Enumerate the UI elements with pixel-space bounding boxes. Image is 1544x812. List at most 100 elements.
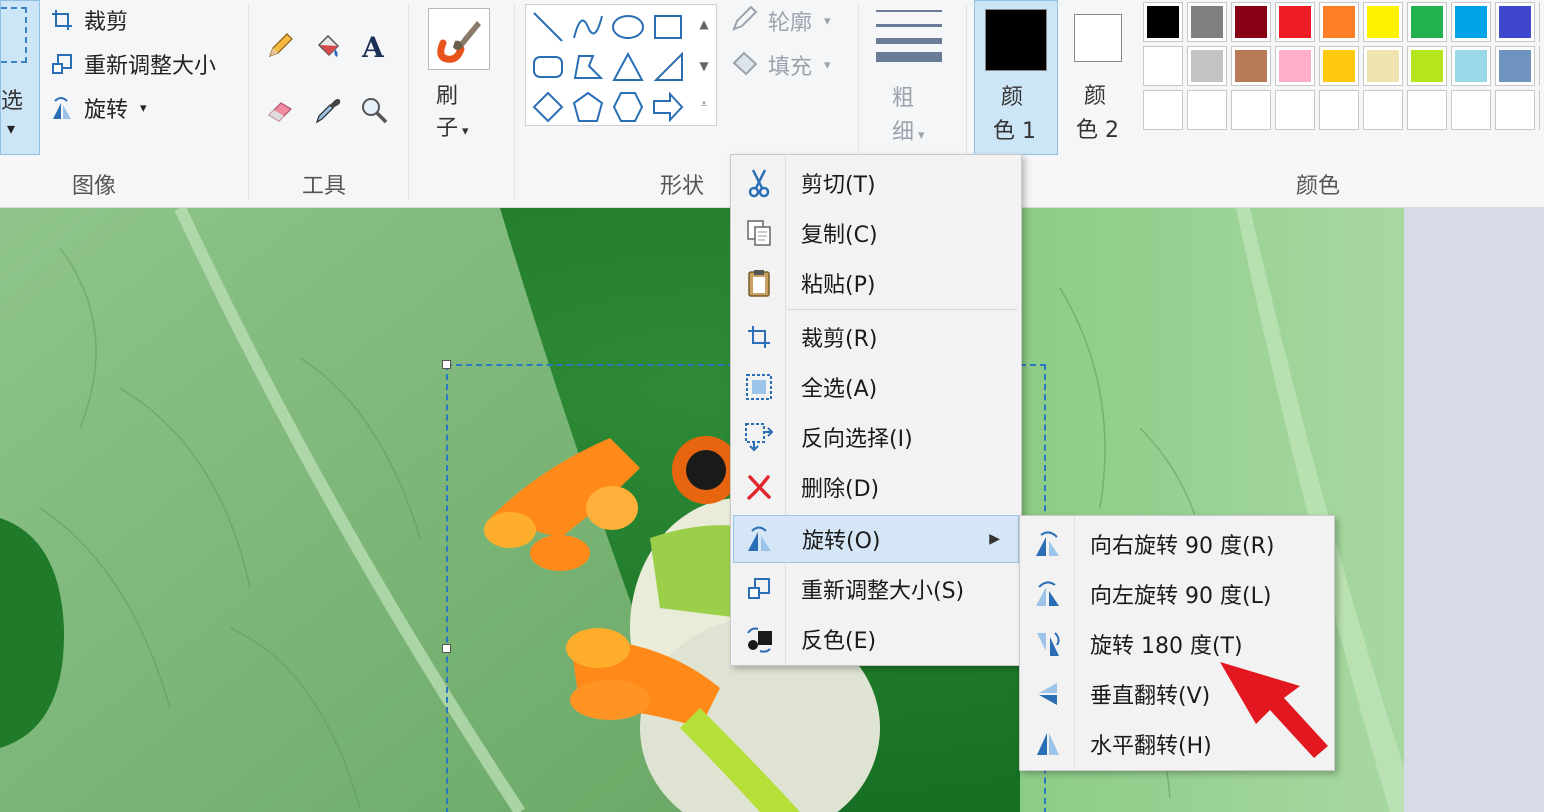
palette-custom-slot[interactable] [1363,90,1403,130]
submenu-item-rotate-left-90[interactable]: 向左旋转 90 度(L) [1022,570,1332,618]
arrow-shape-icon[interactable] [648,87,688,127]
chevron-down-icon: ▾ [918,128,925,143]
palette-color-swatch[interactable] [1363,46,1403,86]
crop-button[interactable]: 裁剪 [48,2,128,38]
palette-color-swatch[interactable] [1539,90,1540,130]
pentagon-shape-icon[interactable] [568,87,608,127]
palette-color-fill [1323,50,1355,82]
resize-handle[interactable] [442,644,451,653]
palette-custom-slot[interactable] [1231,90,1271,130]
copy-icon [733,209,785,257]
fill-button[interactable]: 填充 ▾ [730,48,831,82]
select-icon [1,7,27,63]
select-all-icon [733,363,785,411]
magnifier-icon[interactable] [356,92,392,128]
palette-color-swatch[interactable] [1187,46,1227,86]
right-triangle-shape-icon[interactable] [648,47,688,87]
menu-item-cut[interactable]: 剪切(T) [733,159,1019,207]
triangle-shape-icon[interactable] [608,47,648,87]
crop-icon [733,313,785,361]
brush-icon[interactable] [428,8,490,70]
palette-color-swatch[interactable] [1275,2,1315,42]
invert-color-icon [733,615,785,663]
fill-icon [730,47,760,83]
palette-color-swatch[interactable] [1143,46,1183,86]
palette-color-swatch[interactable] [1143,2,1183,42]
expand-gallery-icon[interactable]: ⩡ [694,86,714,122]
curve-shape-icon[interactable] [568,7,608,47]
palette-color-swatch[interactable] [1539,46,1540,86]
palette-color-swatch[interactable] [1187,2,1227,42]
palette-color-fill [1455,6,1487,38]
palette-custom-slot[interactable] [1451,90,1491,130]
palette-custom-slot[interactable] [1275,90,1315,130]
palette-color-swatch[interactable] [1275,46,1315,86]
palette-custom-slot[interactable] [1143,90,1183,130]
palette-custom-slot[interactable] [1187,90,1227,130]
workspace-background [1404,208,1544,812]
submenu-arrow-icon: ▶ [989,531,1000,547]
rotate-left-icon [1022,570,1074,618]
menu-item-resize[interactable]: 重新调整大小(S) [733,565,1019,613]
rectangle-shape-icon[interactable] [648,7,688,47]
menu-item-copy[interactable]: 复制(C) [733,209,1019,257]
menu-item-rotate[interactable]: 旋转(O) ▶ [733,515,1019,563]
text-tool-icon[interactable]: A [356,28,392,64]
group-divider [248,4,249,200]
palette-color-fill [1279,6,1311,38]
palette-custom-slot[interactable] [1407,90,1447,130]
palette-color-swatch[interactable] [1451,46,1491,86]
palette-custom-slot[interactable] [1495,90,1535,130]
rotate-button[interactable]: 旋转 ▾ [48,90,147,126]
context-menu: 剪切(T) 复制(C) 粘贴(P) 裁剪(R) 全选(A) 反向选择(I) 删除… [730,154,1022,666]
color-1-button[interactable]: 颜 色 1 [974,0,1058,155]
palette-color-swatch[interactable] [1363,2,1403,42]
size-line [876,38,942,44]
line-shape-icon[interactable] [528,7,568,47]
menu-item-delete[interactable]: 删除(D) [733,463,1019,511]
palette-color-swatch[interactable] [1407,2,1447,42]
palette-color-swatch[interactable] [1319,46,1359,86]
color-picker-icon[interactable] [310,92,346,128]
eraser-icon[interactable] [262,92,298,128]
submenu-item-rotate-right-90[interactable]: 向右旋转 90 度(R) [1022,520,1332,568]
color-2-button[interactable]: 颜 色 2 [1058,0,1142,155]
color-2-swatch [1074,14,1122,62]
menu-item-invert-color[interactable]: 反色(E) [733,615,1019,663]
rounded-rectangle-shape-icon[interactable] [528,47,568,87]
menu-item-paste[interactable]: 粘贴(P) [733,259,1019,307]
palette-color-swatch[interactable] [1407,46,1447,86]
polygon-shape-icon[interactable] [568,47,608,87]
scroll-up-icon[interactable]: ▲ [694,6,714,42]
pencil-icon[interactable] [262,28,298,64]
palette-color-swatch[interactable] [1539,2,1540,42]
oval-shape-icon[interactable] [608,7,648,47]
palette-color-swatch[interactable] [1495,46,1535,86]
palette-color-swatch[interactable] [1319,2,1359,42]
rotate-label: 旋转 [84,98,129,123]
size-line [876,10,942,12]
palette-custom-slot[interactable] [1319,90,1359,130]
resize-handle[interactable] [442,360,451,369]
hexagon-shape-icon[interactable] [608,87,648,127]
menu-item-invert-selection[interactable]: 反向选择(I) [733,413,1019,461]
resize-button[interactable]: 重新调整大小 [48,46,216,82]
palette-color-swatch[interactable] [1495,2,1535,42]
palette-color-fill [1411,6,1443,38]
palette-color-fill [1147,6,1179,38]
size-button[interactable]: 粗 细 ▾ [864,6,954,146]
palette-color-swatch[interactable] [1231,2,1271,42]
scroll-down-icon[interactable]: ▼ [694,48,714,84]
chevron-down-icon: ▾ [824,13,831,29]
palette-color-swatch[interactable] [1231,46,1271,86]
palette-color-swatch[interactable] [1451,2,1491,42]
menu-item-select-all[interactable]: 全选(A) [733,363,1019,411]
outline-button[interactable]: 轮廓 ▾ [730,4,831,38]
select-button[interactable]: 选 ▾ [0,0,40,155]
resize-icon [733,565,785,613]
rotate-icon [48,94,76,122]
fill-bucket-icon[interactable] [310,28,346,64]
menu-item-crop[interactable]: 裁剪(R) [733,313,1019,361]
palette-color-fill [1455,50,1487,82]
diamond-shape-icon[interactable] [528,87,568,127]
